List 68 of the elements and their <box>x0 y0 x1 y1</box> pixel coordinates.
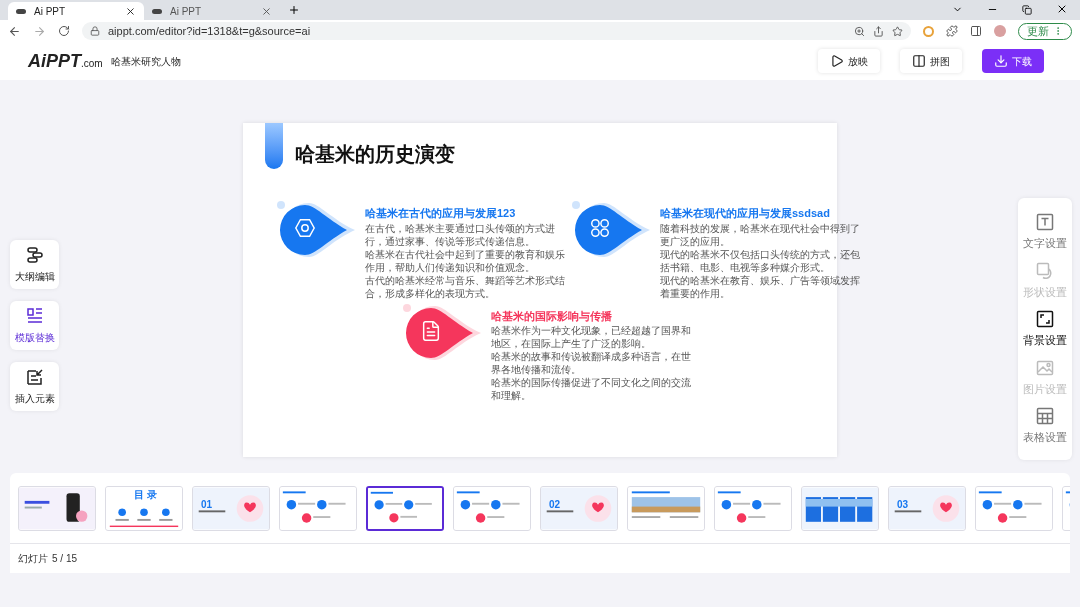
collage-icon <box>912 54 926 68</box>
card-paragraph: 哈基米的国际传播促进了不同文化之间的交流和理解。 <box>490 376 692 402</box>
bookmark-star-icon[interactable] <box>892 25 903 37</box>
slide-thumbnail[interactable] <box>366 485 444 531</box>
outline-icon <box>24 245 45 265</box>
play-icon <box>830 54 844 68</box>
settings-tool-button[interactable]: 文字设置 <box>1023 212 1067 252</box>
slide-thumbnail[interactable]: 03 <box>888 485 966 531</box>
close-icon[interactable] <box>125 5 136 17</box>
card-paragraph: 现代的哈基米在教育、娱乐、广告等领域发挥着重要的作用。 <box>660 273 861 300</box>
restore-icon[interactable] <box>1022 5 1032 15</box>
card-paragraph: 现代的哈基米不仅包括口头传统的方式，还包括书籍、电影、电视等多种媒介形式。 <box>660 247 861 274</box>
extensions-icon[interactable] <box>946 25 958 37</box>
contents-items-drawing <box>109 508 179 527</box>
card-paragraph: 哈基米在古代社会中起到了重要的教育和娱乐作用，帮助人们传递知识和价值观念。 <box>365 247 566 274</box>
tab-title: Ai PPT <box>34 4 67 19</box>
slide-thumbnail[interactable]: 目 录 <box>105 485 183 531</box>
back-icon[interactable] <box>8 24 21 38</box>
side-tool-button[interactable]: 大纲编辑 <box>10 240 59 289</box>
card-paragraph: 随着科技的发展，哈基米在现代社会中得到了更广泛的应用。 <box>660 221 861 248</box>
side-panel-icon[interactable] <box>970 25 982 37</box>
card-title: 哈基米在古代的应用与发展123 <box>365 206 517 221</box>
toolbar-button[interactable]: 放映 <box>818 49 880 73</box>
text-icon <box>1035 212 1055 232</box>
toolbar-button[interactable]: 下载 <box>982 49 1044 73</box>
settings-tool-button[interactable]: 表格设置 <box>1023 406 1067 446</box>
thumbnail-label: 03 <box>897 498 909 510</box>
logo: AiPPT.com <box>28 49 103 73</box>
slide-thumbnail[interactable]: 02 <box>540 485 618 531</box>
card-paragraph: 哈基米作为一种文化现象，已经超越了国界和地区，在国际上产生了广泛的影响。 <box>490 324 692 350</box>
settings-tool-button[interactable]: 背景设置 <box>1023 309 1067 349</box>
lock-icon <box>90 26 100 36</box>
tab-title: Ai PPT <box>170 4 203 19</box>
hex-nut-icon <box>294 217 316 239</box>
background-icon <box>1035 309 1055 329</box>
side-tool-button[interactable]: 插入元素 <box>10 362 59 411</box>
four-petal-icon <box>589 217 611 239</box>
thumbnail-label: 02 <box>549 498 561 510</box>
download-icon <box>994 54 1008 68</box>
slide-count-label: 幻灯片 <box>18 552 48 566</box>
table-icon <box>1035 406 1055 426</box>
favicon-icon <box>152 8 162 14</box>
favicon-icon <box>16 8 26 14</box>
close-window-icon[interactable] <box>1056 3 1068 15</box>
layout-icon <box>24 306 45 326</box>
browser-tab[interactable]: Ai PPT <box>144 2 280 20</box>
card-paragraph: 在古代，哈基米主要通过口头传颂的方式进行，通过家事、传说等形式传递信息。 <box>365 221 556 248</box>
address-bar[interactable]: aippt.com/editor?id=1318&t=g&source=ai <box>82 22 911 40</box>
browser-tab[interactable]: Ai PPT <box>8 2 144 20</box>
card-paragraph: 古代的哈基米经常与音乐、舞蹈等艺术形式结合，形成多样化的表现方式。 <box>365 273 566 300</box>
share-icon[interactable] <box>873 25 884 37</box>
insert-icon <box>24 367 45 387</box>
new-tab-icon[interactable] <box>288 4 300 16</box>
thumbnail-label: 01 <box>201 498 213 510</box>
card-paragraph: 哈基米的故事和传说被翻译成多种语言，在世界各地传播和流传。 <box>490 350 692 376</box>
slide-count: 5 / 15 <box>52 552 78 566</box>
url-text: aippt.com/editor?id=1318&t=g&source=ai <box>108 23 312 39</box>
card-title: 哈基米在现代的应用与发展ssdsad <box>660 206 831 221</box>
card-title: 哈基米的国际影响与传播 <box>490 308 613 324</box>
toolbar-button[interactable]: 拼图 <box>900 49 962 73</box>
side-tool-button[interactable]: 模版替换 <box>10 301 59 350</box>
document-title: 哈基米研究人物 <box>110 54 181 69</box>
zoom-icon[interactable] <box>854 25 865 37</box>
title-accent-bar <box>265 123 283 169</box>
reload-icon[interactable] <box>58 25 70 37</box>
slide-thumbnail[interactable]: 01 <box>192 485 270 531</box>
thumbnail-label: 目 录 <box>134 488 157 500</box>
slide-title: 哈基米的历史演变 <box>295 142 455 167</box>
